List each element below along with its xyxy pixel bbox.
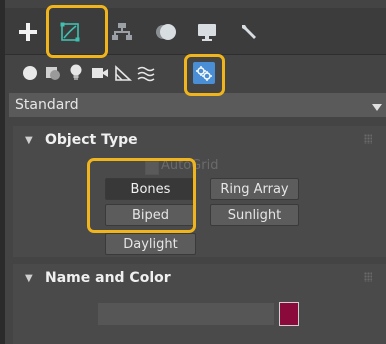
hierarchy-tab-icon[interactable]: [110, 20, 134, 44]
name-and-color-title: Name and Color: [45, 270, 171, 286]
drag-grip-icon[interactable]: [364, 272, 372, 282]
cameras-icon[interactable]: [90, 63, 110, 83]
autogrid-checkbox[interactable]: [145, 161, 159, 175]
autogrid-label: AutoGrid: [161, 158, 219, 173]
object-type-title: Object Type: [45, 132, 138, 148]
object-name-field[interactable]: [97, 302, 275, 326]
category-dropdown-value: Standard: [15, 97, 79, 113]
daylight-button[interactable]: Daylight: [105, 233, 196, 255]
name-and-color-header[interactable]: ▼ Name and Color: [13, 264, 386, 292]
collapse-triangle-icon: ▼: [25, 272, 33, 284]
utilities-tab-wrench-icon[interactable]: [237, 20, 261, 44]
drag-grip-icon[interactable]: [364, 134, 372, 144]
biped-button[interactable]: Biped: [105, 204, 196, 226]
category-dropdown[interactable]: Standard: [9, 93, 386, 117]
create-categories: [5, 55, 386, 93]
lights-bulb-icon[interactable]: [66, 63, 86, 83]
object-type-rollout: ▼ Object Type AutoGrid Bones Ring Array …: [13, 126, 386, 257]
ring-array-button[interactable]: Ring Array: [210, 178, 299, 200]
sunlight-button[interactable]: Sunlight: [210, 204, 299, 226]
object-color-swatch[interactable]: [279, 302, 299, 326]
systems-gears-icon[interactable]: [193, 62, 215, 84]
command-panel-tabs: [5, 8, 386, 54]
space-warps-icon[interactable]: [136, 63, 156, 83]
collapse-triangle-icon: ▼: [25, 134, 33, 146]
bones-button[interactable]: Bones: [105, 178, 196, 200]
create-tab-plus-icon[interactable]: [16, 20, 40, 44]
shapes-icon[interactable]: [43, 63, 63, 83]
display-tab-monitor-icon[interactable]: [195, 20, 219, 44]
geometry-sphere-icon[interactable]: [20, 63, 40, 83]
helpers-icon[interactable]: [113, 63, 133, 83]
name-and-color-rollout: ▼ Name and Color: [13, 264, 386, 344]
motion-tab-icon[interactable]: [154, 20, 178, 44]
command-panel: Standard ▼ Object Type AutoGrid Bones Ri…: [5, 0, 386, 344]
object-type-header[interactable]: ▼ Object Type: [13, 126, 386, 154]
chevron-down-icon: [372, 100, 382, 116]
modify-tab-icon[interactable]: [58, 20, 82, 44]
